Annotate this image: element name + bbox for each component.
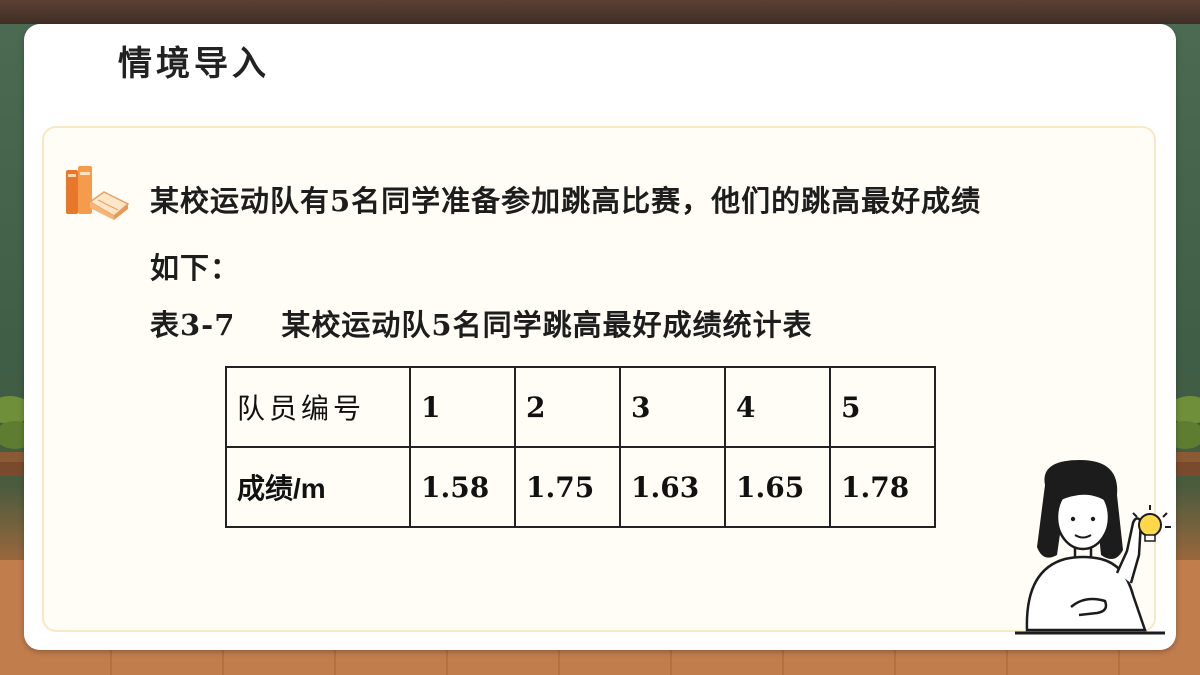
background-beam bbox=[0, 0, 1200, 24]
table-row-scores: 成绩/m 1.58 1.75 1.63 1.65 1.78 bbox=[225, 446, 936, 528]
table-cell-id: 1 bbox=[409, 366, 516, 448]
table-caption-text: 某校运动队5名同学跳高最好成绩统计表 bbox=[281, 308, 813, 342]
row-header-id: 队员编号 bbox=[225, 366, 411, 448]
table-cell-score: 1.78 bbox=[829, 446, 936, 528]
table-cell-id: 4 bbox=[724, 366, 831, 448]
table-caption: 表3-7 某校运动队5名同学跳高最好成绩统计表 bbox=[150, 302, 813, 344]
table-cell-score: 1.65 bbox=[724, 446, 831, 528]
table-cell-id: 3 bbox=[619, 366, 726, 448]
table-cell-score: 1.63 bbox=[619, 446, 726, 528]
teacher-illustration bbox=[1015, 460, 1171, 635]
table-cell-score: 1.58 bbox=[409, 446, 516, 528]
table-cell-id: 2 bbox=[514, 366, 621, 448]
intro-line-1: 某校运动队有5名同学准备参加跳高比赛，他们的跳高最好成绩 bbox=[150, 184, 982, 218]
book-stack-icon bbox=[66, 166, 130, 220]
row-header-score: 成绩/m bbox=[225, 446, 411, 528]
intro-paragraph: 某校运动队有5名同学准备参加跳高比赛，他们的跳高最好成绩 如下： bbox=[150, 168, 1140, 302]
table-caption-number: 表3-7 bbox=[150, 308, 236, 342]
table-cell-score: 1.75 bbox=[514, 446, 621, 528]
intro-line-2: 如下： bbox=[150, 251, 241, 285]
table-row-ids: 队员编号 1 2 3 4 5 bbox=[225, 366, 936, 448]
score-table: 队员编号 1 2 3 4 5 成绩/m 1.58 1.75 1.63 1.65 … bbox=[225, 366, 936, 528]
table-cell-id: 5 bbox=[829, 366, 936, 448]
slide-title: 情境导入 bbox=[118, 44, 270, 84]
